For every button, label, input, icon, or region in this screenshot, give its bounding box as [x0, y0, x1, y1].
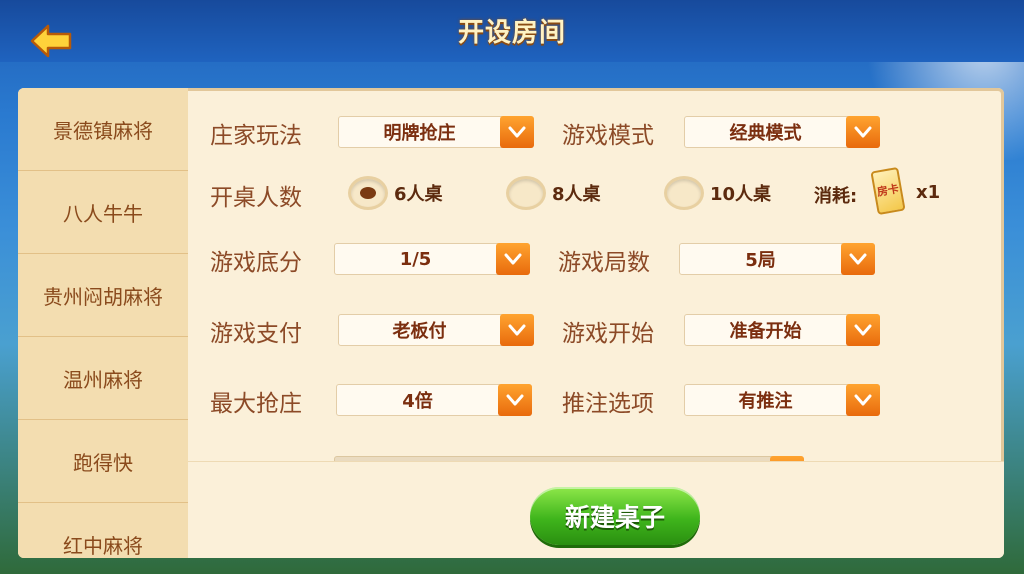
payment-select[interactable]: 老板付: [338, 314, 534, 346]
radio-label: 8人桌: [552, 184, 601, 205]
chevron-down-icon: [500, 116, 534, 148]
form-row-grab: 最大抢庄 4倍 推注选项 有推注: [188, 378, 1004, 422]
create-room-panel: 景德镇麻将 八人牛牛 贵州闷胡麻将 温州麻将 跑得快 红中麻将 庄家玩法 明牌抢…: [18, 88, 1004, 558]
radio-label: 10人桌: [710, 184, 772, 205]
radio-checked-icon: [348, 176, 388, 210]
radio-unchecked-icon: [664, 176, 704, 210]
base-score-value: 1/5: [399, 248, 432, 270]
rounds-select[interactable]: 5局: [679, 243, 875, 275]
chevron-down-icon: [498, 384, 532, 416]
base-score-select[interactable]: 1/5: [334, 243, 530, 275]
sidebar-item-hongzhong-mahjong[interactable]: 红中麻将: [18, 503, 188, 558]
sidebar-item-label: 贵州闷胡麻将: [43, 284, 163, 309]
game-mode-label: 游戏模式: [562, 123, 654, 149]
push-bet-label: 推注选项: [562, 391, 654, 417]
sidebar-item-wenzhou-mahjong[interactable]: 温州麻将: [18, 337, 188, 420]
start-value: 准备开始: [729, 321, 802, 342]
chevron-down-icon: [496, 243, 530, 275]
chevron-down-icon: [841, 243, 875, 275]
cost-count: x1: [916, 182, 941, 203]
chevron-down-icon: [500, 314, 534, 346]
rounds-value: 5局: [745, 250, 776, 271]
push-bet-value: 有推注: [738, 391, 793, 412]
title-bar: 开设房间: [0, 0, 1024, 62]
sidebar-item-jingdezhen-mahjong[interactable]: 景德镇麻将: [18, 88, 188, 171]
sidebar-item-guizhou-menhu-mahjong[interactable]: 贵州闷胡麻将: [18, 254, 188, 337]
form-row-banker: 庄家玩法 明牌抢庄 游戏模式 经典模式: [188, 110, 1004, 154]
room-card-text: 房卡: [875, 182, 900, 199]
page-title: 开设房间: [457, 18, 566, 48]
radio-ten-table[interactable]: 10人桌: [664, 176, 771, 210]
sidebar-item-label: 红中麻将: [63, 533, 143, 558]
room-card-icon: 房卡: [870, 166, 906, 216]
radio-six-table[interactable]: 6人桌: [348, 176, 443, 210]
create-table-button[interactable]: 新建桌子: [530, 487, 700, 545]
base-score-label: 游戏底分: [210, 250, 302, 276]
radio-label: 6人桌: [394, 184, 443, 205]
rounds-label: 游戏局数: [558, 250, 650, 276]
form-row-table-size: 开桌人数 6人桌 8人桌 10人桌 消耗: 房卡 x1: [188, 166, 1004, 216]
max-grab-label: 最大抢庄: [210, 391, 302, 417]
chevron-down-icon: [846, 116, 880, 148]
payment-value: 老板付: [392, 321, 447, 342]
start-label: 游戏开始: [562, 321, 654, 347]
sidebar-item-label: 景德镇麻将: [53, 118, 153, 143]
chevron-down-icon: [846, 384, 880, 416]
sidebar-item-eight-niuniu[interactable]: 八人牛牛: [18, 171, 188, 254]
cost-label: 消耗:: [814, 186, 858, 207]
form-row-payment: 游戏支付 老板付 游戏开始 准备开始: [188, 308, 1004, 352]
payment-label: 游戏支付: [210, 321, 302, 347]
push-bet-select[interactable]: 有推注: [684, 384, 880, 416]
sidebar-item-label: 温州麻将: [63, 367, 143, 392]
radio-eight-table[interactable]: 8人桌: [506, 176, 601, 210]
form-row-score: 游戏底分 1/5 游戏局数 5局: [188, 237, 1004, 281]
settings-form: 庄家玩法 明牌抢庄 游戏模式 经典模式 开桌人数 6人桌 8人桌 10人桌 消耗…: [188, 88, 1004, 461]
game-sidebar: 景德镇麻将 八人牛牛 贵州闷胡麻将 温州麻将 跑得快 红中麻将: [18, 88, 188, 558]
sidebar-item-label: 跑得快: [73, 450, 133, 475]
banker-mode-value: 明牌抢庄: [383, 123, 456, 144]
table-size-label: 开桌人数: [210, 185, 302, 211]
max-grab-value: 4倍: [402, 391, 433, 412]
banker-mode-select[interactable]: 明牌抢庄: [338, 116, 534, 148]
chevron-down-icon: [846, 314, 880, 346]
radio-unchecked-icon: [506, 176, 546, 210]
form-row-clipped: [188, 450, 1004, 461]
game-mode-value: 经典模式: [729, 123, 802, 144]
max-grab-select[interactable]: 4倍: [336, 384, 532, 416]
sidebar-item-paodekuai[interactable]: 跑得快: [18, 420, 188, 503]
banker-mode-label: 庄家玩法: [210, 123, 302, 149]
sidebar-item-label: 八人牛牛: [63, 201, 143, 226]
action-bar: 新建桌子: [188, 461, 1004, 558]
game-mode-select[interactable]: 经典模式: [684, 116, 880, 148]
start-select[interactable]: 准备开始: [684, 314, 880, 346]
